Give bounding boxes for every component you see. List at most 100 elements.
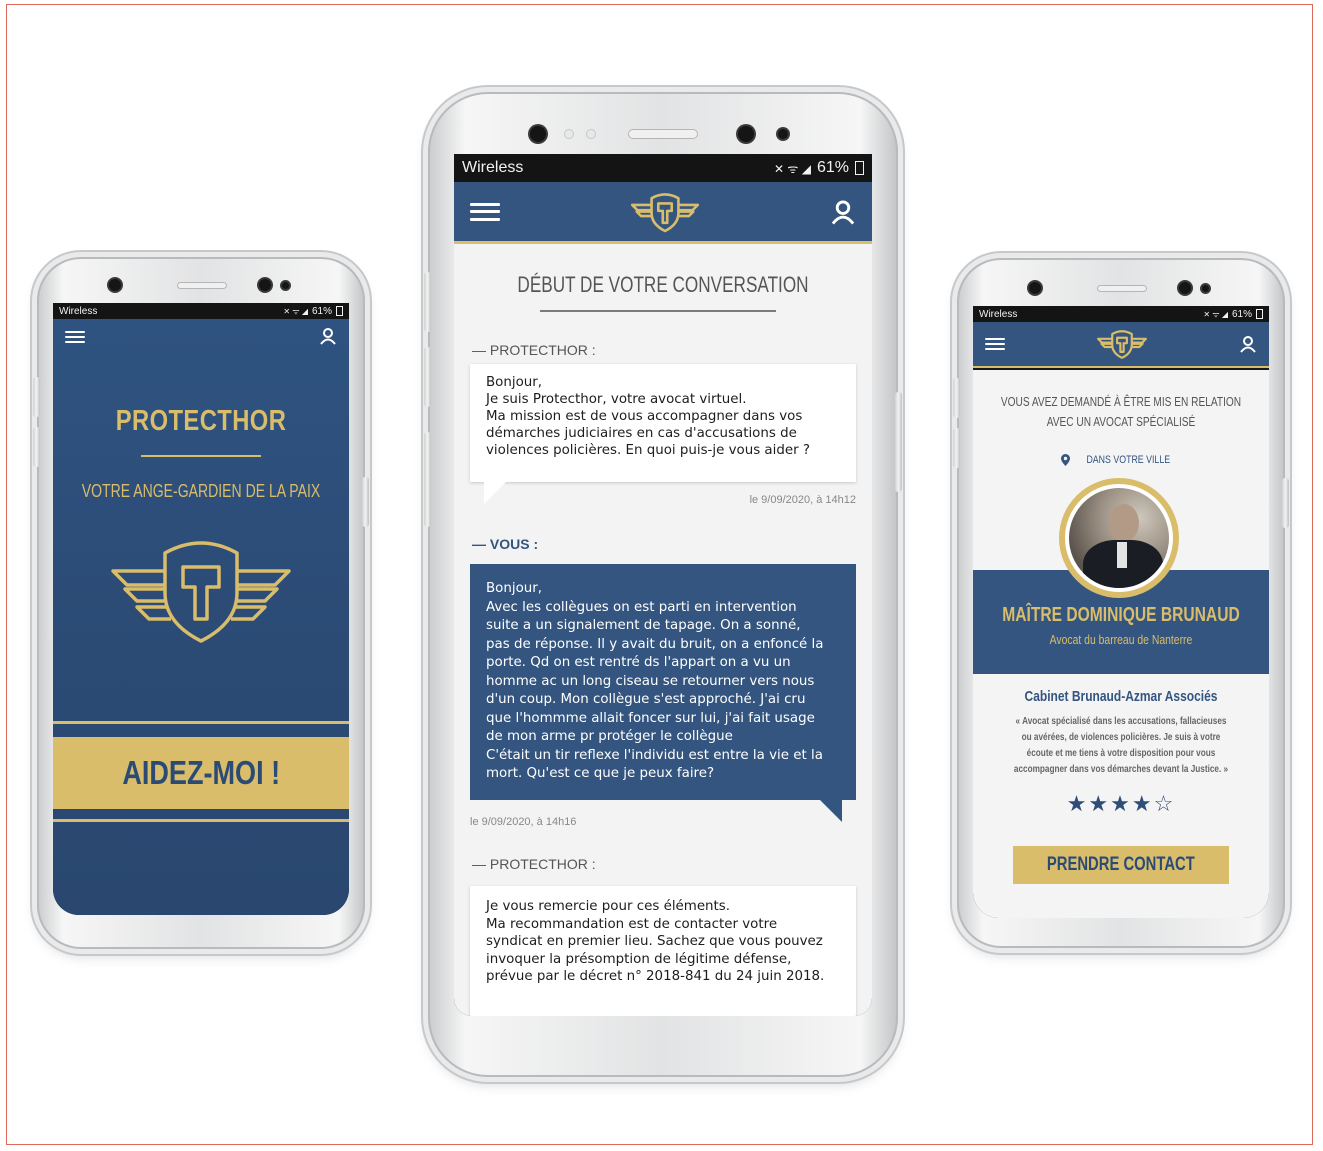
user-icon[interactable] [1239,335,1257,353]
lawyer-title: Avocat du barreau de Nanterre [1049,632,1193,647]
bubble-tail [820,800,842,822]
signal-icons: ✕ ᯤ ◢ [1203,309,1228,319]
message-line: d'un coup. Mon collègue s'est approché. … [486,692,806,707]
contact-button-label: PRENDRE CONTACT [1047,854,1195,875]
message-line: violences policières. En quoi puis-je vo… [486,443,810,458]
camera-icon [1179,282,1191,294]
divider [53,721,349,724]
menu-icon[interactable] [65,331,85,343]
message-line: prévue par le décret n° 2018-841 du 24 j… [486,969,825,984]
message-timestamp: le 9/09/2020, à 14h12 [749,494,856,506]
camera-icon [259,279,271,291]
location-row: DANS VOTRE VILLE [973,454,1269,466]
star-filled-icon: ★ [1088,792,1111,817]
menu-icon[interactable] [470,202,500,221]
firm-name: Cabinet Brunaud-Azmar Associés [1024,688,1218,705]
volume-button [953,378,960,418]
volume-button [424,272,431,332]
bixby-button [424,432,431,527]
shield-logo-icon [630,192,700,232]
message-line: Bonjour, [486,581,543,596]
power-button [895,392,902,492]
sender-label: — VOUS : [472,536,539,552]
carrier-label: Wireless [59,305,98,317]
message-bubble: Bonjour, Je suis Protecthor, votre avoca… [470,364,856,504]
message-line: syndicat en premier lieu. Sachez que vou… [486,934,823,949]
message-bubble: Je vous remercie pour ces éléments. Ma r… [470,886,856,1016]
message-text: Bonjour, Je suis Protecthor, votre avoca… [470,364,856,469]
user-icon[interactable] [830,199,856,225]
shield-logo-icon [1097,330,1147,359]
battery-label: 61% [816,159,849,176]
carrier-label: Wireless [462,159,524,176]
quote-line: accompagner dans vos démarches devant la… [1013,764,1229,775]
star-filled-icon: ★ [1131,792,1154,817]
camera-icon [109,279,121,291]
message-line: Je suis Protecthor, votre avocat virtuel… [486,392,747,407]
battery-icon [855,161,864,175]
message-bubble: Bonjour, Avec les collègues on est parti… [470,564,856,822]
message-line: Je vous remercie pour ces éléments. [486,899,731,914]
star-empty-icon: ☆ [1153,792,1176,817]
message-text: Bonjour, Avec les collègues on est parti… [470,564,856,800]
speaker-grille [1097,285,1147,292]
left-screen: Wireless ✕ ᯤ ◢ 61% PROTECTHOR VOTRE ANGE… [53,303,349,915]
message-line: que l'hommme allait foncer sur lui, j'ai… [486,710,815,726]
right-screen: Wireless ✕ ᯤ ◢ 61% VOUS AVEZ DEMANDÉ À Ê… [973,306,1269,918]
carrier-label: Wireless [979,308,1018,320]
camera-icon [530,126,546,142]
message-line: Ma recommandation est de contacter votre [486,916,778,932]
quote-line: écoute et me tiens à votre disposition p… [1026,748,1216,759]
message-line: invoquer la présomption de légitime défe… [486,951,792,967]
menu-icon[interactable] [985,338,1005,350]
sensor-icon [1202,285,1209,292]
signal-icons: ✕ ᯤ ◢ [283,306,308,316]
lawyer-name: MAÎTRE DOMINIQUE BRUNAUD [1002,604,1240,626]
app-bar [973,322,1269,368]
location-label: DANS VOTRE VILLE [1086,454,1171,466]
speaker-grille [628,129,698,139]
location-pin-icon [1061,454,1071,466]
avatar [1059,478,1179,598]
phone-right: Wireless ✕ ᯤ ◢ 61% VOUS AVEZ DEMANDÉ À Ê… [953,258,1289,948]
message-line: homme ac un long ciseau se retourner ver… [486,673,815,689]
status-bar: Wireless ✕ ᯤ ◢ 61% [454,154,872,182]
request-line: AVEC UN AVOCAT SPÉCIALISÉ [1046,414,1196,429]
status-bar: Wireless ✕ ᯤ ◢ 61% [53,303,349,319]
message-line: pas de réponse. Il y avait du bruit, on … [486,636,824,652]
volume-button [33,427,40,467]
user-icon[interactable] [319,327,337,345]
lawyer-quote: « Avocat spécialisé dans les accusations… [980,714,1262,778]
sensor-icon [282,282,289,289]
sender-label: — PROTECTHOR : [472,342,596,358]
request-line: VOUS AVEZ DEMANDÉ À ÊTRE MIS EN RELATION [1000,394,1242,409]
message-line: de mon arme pr protéger le collègue [486,729,733,744]
contact-button[interactable]: PRENDRE CONTACT [1013,846,1229,884]
star-filled-icon: ★ [1066,792,1089,817]
app-name: PROTECTHOR [115,405,287,437]
battery-label: 61% [311,305,332,317]
speaker-grille [177,282,227,289]
bubble-tail [484,482,506,504]
sensor-icon [564,129,574,139]
tagline: VOTRE ANGE-GARDIEN DE LA PAIX [81,481,321,501]
middle-screen: Wireless ✕ ᯤ ◢ 61% DÉBUT DE VOTRE CONVER… [454,154,872,1016]
help-button[interactable]: AIDEZ-MOI ! [53,737,349,809]
camera-icon [738,126,754,142]
volume-button [424,347,431,407]
message-line: Ma mission est de vous accompagner dans … [486,409,803,424]
splash-body: PROTECTHOR VOTRE ANGE-GARDIEN DE LA PAIX… [53,319,349,915]
battery-label: 61% [1231,308,1252,320]
shield-logo-icon [111,541,291,643]
power-button [362,477,369,527]
phone-left: Wireless ✕ ᯤ ◢ 61% PROTECTHOR VOTRE ANGE… [33,257,369,949]
battery-icon [336,306,343,316]
sender-label: — PROTECTHOR : [472,856,596,872]
request-text: VOUS AVEZ DEMANDÉ À ÊTRE MIS EN RELATION… [990,392,1252,432]
message-line: suite a un signalement de tapage. On a s… [486,618,801,633]
divider [540,310,776,312]
message-timestamp: le 9/09/2020, à 14h16 [470,816,577,828]
volume-button [953,428,960,468]
quote-line: ou avérées, de violences policières. Je … [1021,732,1221,743]
volume-button [33,377,40,417]
